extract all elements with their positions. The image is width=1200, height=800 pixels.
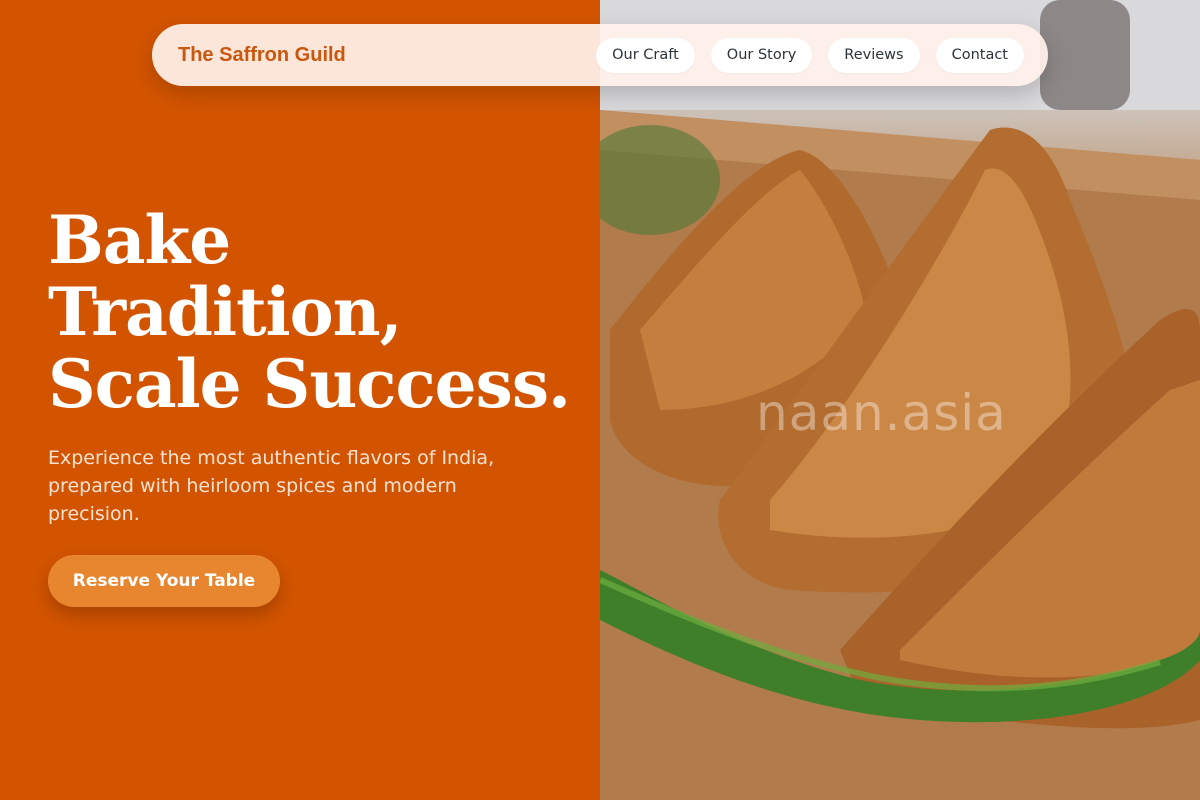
hero-title-line: Tradition,: [48, 273, 403, 351]
hero-title: Bake Tradition, Scale Success.: [48, 204, 588, 420]
hero-title-line: Scale Success.: [48, 345, 571, 423]
top-navbar: The Saffron Guild Our Craft Our Story Re…: [152, 24, 1048, 86]
hero-title-line: Bake: [48, 201, 231, 279]
nav-link-contact[interactable]: Contact: [935, 37, 1024, 73]
brand-logo-text[interactable]: The Saffron Guild: [178, 44, 346, 67]
hero-food-image: naan.asia: [600, 0, 1200, 800]
hero-subtitle: Experience the most authentic flavors of…: [48, 447, 495, 525]
watermark-text: naan.asia: [756, 384, 1007, 442]
nav-link-reviews[interactable]: Reviews: [828, 37, 920, 73]
nav-links: Our Craft Our Story Reviews Contact: [596, 37, 1024, 73]
nav-link-our-craft[interactable]: Our Craft: [596, 37, 695, 73]
reserve-table-button[interactable]: Reserve Your Table: [48, 555, 280, 607]
nav-link-our-story[interactable]: Our Story: [710, 37, 813, 73]
